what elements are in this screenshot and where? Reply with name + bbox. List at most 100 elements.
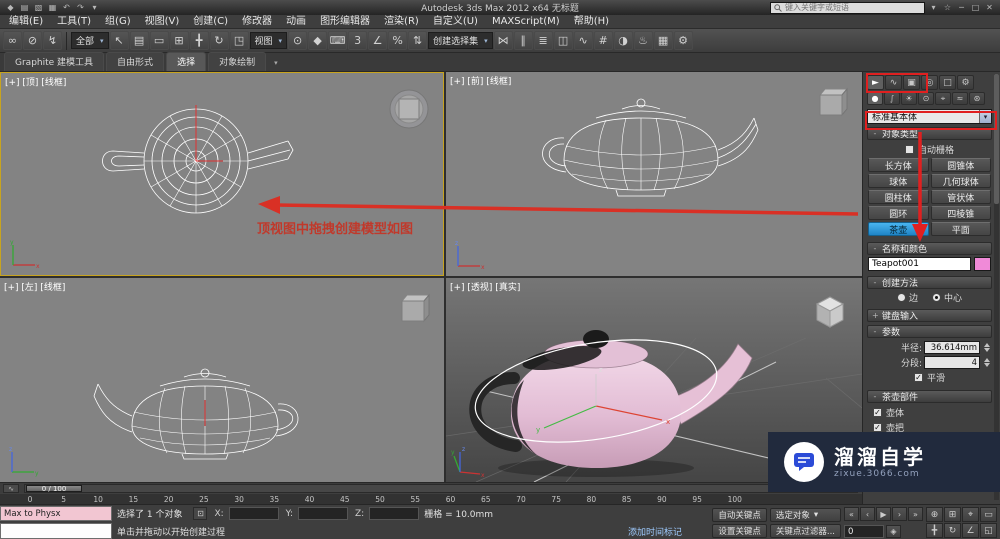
ribbon-tab[interactable]: 对象绘制 [208,52,267,71]
save-file-icon[interactable]: ▦ [46,2,59,14]
menu-item[interactable]: 编辑(E) [2,15,50,29]
angle-snap-icon[interactable]: ∠ [368,31,388,50]
menu-item[interactable]: 工具(T) [50,15,98,29]
material-editor-icon[interactable]: ◑ [613,31,633,50]
unlink-selection-icon[interactable]: ⊘ [23,31,42,50]
viewport-label[interactable]: [+] [顶] [线框] [5,75,66,88]
menu-item[interactable]: 修改器 [235,15,279,29]
reference-coordinate-dropdown[interactable]: 视图 ▾ [249,32,288,49]
use-pivot-center-icon[interactable]: ⊙ [288,31,308,50]
close-icon[interactable]: ✕ [983,2,996,14]
viewcube[interactable] [810,292,850,332]
menu-item[interactable]: 动画 [279,15,313,29]
primitive-button[interactable]: 圆柱体 [868,190,929,204]
schematic-view-icon[interactable]: # [593,31,613,50]
select-and-manipulate-icon[interactable]: ◆ [308,31,328,50]
ribbon-minimize-icon[interactable]: ▾ [274,59,278,71]
go-to-end-icon[interactable]: » [908,507,923,521]
viewport-label[interactable]: [+] [左] [线框] [4,280,65,293]
menu-item[interactable]: 视图(V) [138,15,187,29]
rollout-header[interactable]: - 对象类型 [867,127,992,140]
maximize-icon[interactable]: □ [969,2,982,14]
viewcube[interactable] [814,86,850,122]
maxscript-mini-listener[interactable]: Max to Physx [0,506,112,521]
pan-icon[interactable]: ╋ [926,523,943,538]
primitive-category-dropdown[interactable]: 标准基本体 ▾ [867,109,992,124]
select-and-move-icon[interactable]: ╋ [189,31,209,50]
menu-item[interactable]: 渲染(R) [377,15,426,29]
time-slider-track[interactable]: 0 / 100 [24,484,858,493]
graphite-toggle-icon[interactable]: ◫ [553,31,573,50]
smooth-checkbox[interactable]: ✓ [913,373,923,382]
mini-curve-editor-icon[interactable]: ∿ [3,484,19,493]
align-icon[interactable]: ∥ [513,31,533,50]
add-time-tag-button[interactable]: 添加时间标记 [628,525,682,538]
select-by-name-icon[interactable]: ▤ [129,31,149,50]
primitive-button[interactable]: 球体 [868,174,929,188]
zoom-icon[interactable]: ⊕ [926,507,943,522]
auto-key-button[interactable]: 自动关键点 [712,507,767,522]
lights-category-icon[interactable]: ☀ [901,92,917,105]
fov-icon[interactable]: ∠ [962,523,979,538]
radio-icon[interactable] [896,293,906,302]
select-and-rotate-icon[interactable]: ↻ [209,31,229,50]
minimize-icon[interactable]: ─ [955,2,968,14]
ribbon-tab[interactable]: 自由形式 [106,52,165,71]
bind-to-space-warp-icon[interactable]: ↯ [43,31,62,50]
new-file-icon[interactable]: ▤ [18,2,31,14]
rectangular-selection-icon[interactable]: ▭ [149,31,169,50]
rollout-header[interactable]: - 名称和颜色 [867,242,992,255]
shapes-category-icon[interactable]: ∫ [884,92,900,105]
primitive-button[interactable]: 圆环 [868,206,929,220]
geometry-category-icon[interactable]: ● [867,92,883,105]
spinner-icon[interactable] [982,358,991,367]
mirror-icon[interactable]: ⋈ [493,31,513,50]
help-search-box[interactable] [770,1,925,14]
app-logo-icon[interactable]: ◆ [4,2,17,14]
select-and-scale-icon[interactable]: ◳ [229,31,249,50]
hierarchy-tab-icon[interactable]: ▣ [903,75,920,90]
utilities-tab-icon[interactable]: ⚙ [957,75,974,90]
primitive-button[interactable]: 管状体 [930,190,991,204]
spinner-snap-icon[interactable]: ⇅ [408,31,428,50]
rollout-header[interactable]: - 创建方法 [867,276,992,289]
viewport-left[interactable]: [+] [左] [线框] y z [0,278,444,482]
track-bar[interactable]: 0 5 10 15 20 25 30 35 40 45 50 55 60 65 70 75 80 85 90 95 10… [0,493,862,504]
set-key-button[interactable]: 设置关键点 [712,523,767,538]
keyboard-override-icon[interactable]: ⌨ [328,31,348,50]
helpers-category-icon[interactable]: ⌖ [935,92,951,105]
viewport-front[interactable]: [+] [前] [线框] x z [446,72,862,276]
rendered-frame-icon[interactable]: ▦ [653,31,673,50]
ribbon-tab[interactable]: 选择 [166,52,207,71]
play-icon[interactable]: ▶ [876,507,891,521]
maxscript-listener-line[interactable] [0,523,112,539]
menu-item[interactable]: 创建(C) [186,15,235,29]
autogrid-checkbox-row[interactable]: 自动栅格 [867,142,992,157]
selection-lock-icon[interactable]: ⊡ [193,507,208,520]
layer-manager-icon[interactable]: ≣ [533,31,553,50]
modify-tab-icon[interactable]: ∿ [885,75,902,90]
viewport-top[interactable]: [+] [顶] [线框] x y [0,72,444,276]
coordinate-x-field[interactable] [228,507,279,520]
curve-editor-icon[interactable]: ∿ [573,31,593,50]
select-object-icon[interactable]: ↖ [109,31,129,50]
search-dropdown-icon[interactable]: ▾ [927,2,940,14]
coordinate-y-field[interactable] [298,507,348,520]
segments-field[interactable]: 4 [924,356,980,369]
menu-item[interactable]: MAXScript(M) [485,15,567,29]
primitive-button[interactable]: 长方体 [868,158,929,172]
motion-tab-icon[interactable]: ◎ [921,75,938,90]
viewport-label[interactable]: [+] [透视] [真实] [450,280,520,293]
smooth-checkbox-row[interactable]: ✓ 平滑 [867,370,992,385]
undo-icon[interactable]: ↶ [60,2,73,14]
primitive-button[interactable]: 几何球体 [930,174,991,188]
primitive-button[interactable]: 圆锥体 [930,158,991,172]
zoom-all-icon[interactable]: ⊞ [944,507,961,522]
menu-item[interactable]: 帮助(H) [567,15,616,29]
time-slider-handle[interactable]: 0 / 100 [26,485,82,493]
favorites-icon[interactable]: ☆ [941,2,954,14]
rollout-header[interactable]: + 键盘输入 [867,309,992,322]
viewport-label[interactable]: [+] [前] [线框] [450,74,511,87]
radius-field[interactable]: 36.614mm [924,341,980,354]
menu-item[interactable]: 组(G) [98,15,138,29]
